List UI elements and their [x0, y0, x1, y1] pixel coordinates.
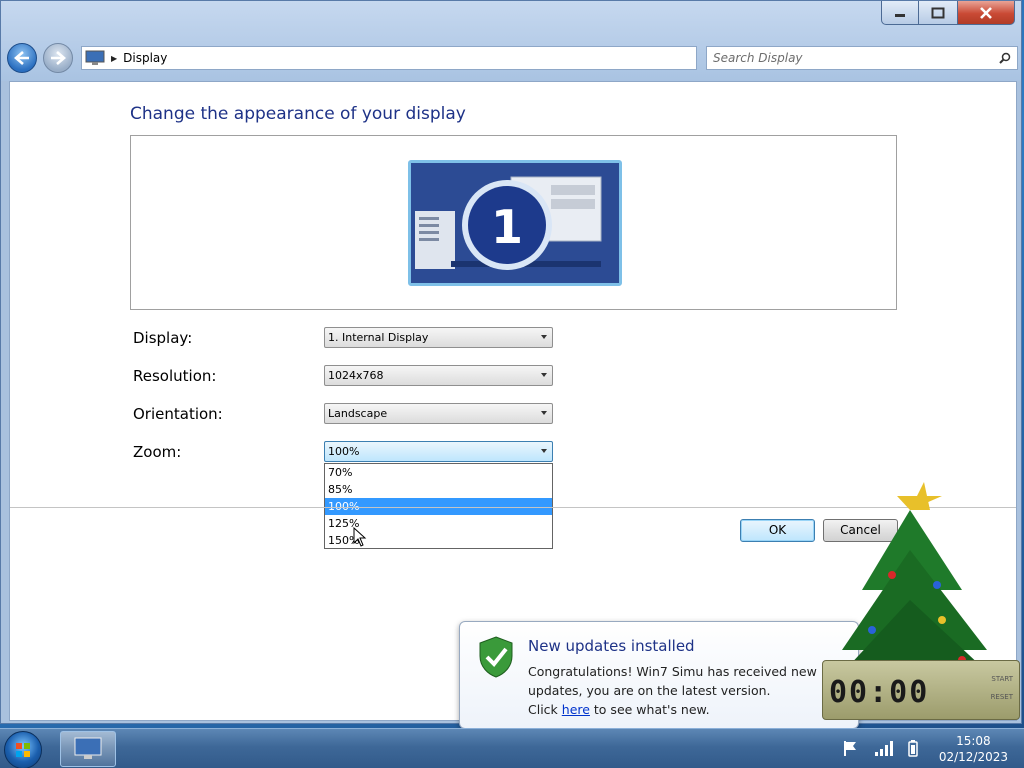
notification-line: updates, you are on the latest version. [528, 683, 771, 698]
system-clock[interactable]: 15:08 02/12/2023 [939, 733, 1008, 765]
signal-strength-icon[interactable] [874, 739, 894, 757]
arrow-left-icon [14, 51, 29, 65]
minimize-icon [895, 13, 905, 17]
battery-icon[interactable] [906, 739, 920, 757]
resolution-label: Resolution: [133, 367, 217, 385]
close-icon [980, 6, 992, 19]
orientation-select-value: Landscape [328, 407, 388, 420]
zoom-label: Zoom: [133, 443, 182, 461]
zoom-option[interactable]: 70% [325, 464, 552, 481]
back-button[interactable] [7, 43, 37, 73]
ok-button[interactable]: OK [740, 519, 815, 542]
arrow-right-icon [51, 51, 66, 65]
notification-link[interactable]: here [562, 702, 590, 717]
taskbar-item-display[interactable] [60, 731, 116, 767]
notification-line: Click here to see what's new. [528, 700, 828, 719]
clock-date: 02/12/2023 [938, 750, 1008, 764]
update-notification[interactable]: New updates installed Congratulations! W… [459, 621, 859, 729]
notification-title: New updates installed [528, 637, 695, 655]
chevron-down-icon [541, 411, 547, 415]
orientation-label: Orientation: [133, 405, 223, 423]
forward-button[interactable] [43, 43, 73, 73]
clock-time: 15:08 [956, 734, 991, 748]
chevron-down-icon [541, 373, 547, 377]
chevron-down-icon [541, 335, 547, 339]
zoom-select[interactable]: 100% [324, 441, 553, 462]
zoom-option[interactable]: 85% [325, 481, 552, 498]
maximize-button[interactable] [919, 1, 957, 25]
display-select[interactable]: 1. Internal Display [324, 327, 553, 348]
display-control-panel-icon [85, 50, 105, 65]
timer-start-label[interactable]: START [991, 675, 1013, 683]
search-icon[interactable] [999, 52, 1011, 64]
resolution-select-value: 1024x768 [328, 369, 384, 382]
display-label: Display: [133, 329, 193, 347]
address-bar[interactable]: ▶ Display [81, 46, 697, 70]
display-preview: 1 [130, 135, 897, 310]
display-window-icon [74, 737, 102, 759]
timer-reset-label[interactable]: RESET [991, 693, 1013, 701]
zoom-select-value: 100% [328, 445, 360, 458]
maximize-icon [931, 7, 945, 18]
timer-digits: 00:00 [829, 675, 930, 710]
search-placeholder: Search Display [713, 51, 803, 65]
monitor-number: 1 [491, 200, 523, 254]
shield-check-icon [479, 636, 513, 678]
resolution-select[interactable]: 1024x768 [324, 365, 553, 386]
timer-gadget[interactable]: 00:00 START RESET [822, 660, 1020, 720]
search-input[interactable]: Search Display [706, 46, 1018, 70]
windows-logo-icon [16, 743, 30, 757]
mouse-cursor-icon [353, 527, 367, 547]
orientation-select[interactable]: Landscape [324, 403, 553, 424]
minimize-button[interactable] [881, 1, 919, 25]
chevron-down-icon [541, 449, 547, 453]
monitor-1[interactable]: 1 [408, 160, 622, 286]
notification-text: to see what's new. [589, 702, 710, 717]
page-title: Change the appearance of your display [130, 104, 466, 124]
action-center-flag-icon[interactable] [842, 739, 860, 757]
breadcrumb-chevron-icon: ▶ [111, 53, 118, 63]
close-button[interactable] [957, 1, 1015, 25]
notification-line: Congratulations! Win7 Simu has received … [528, 664, 817, 679]
taskbar: 15:08 02/12/2023 [0, 728, 1024, 768]
display-select-value: 1. Internal Display [328, 331, 429, 344]
notification-text: Click [528, 702, 562, 717]
notification-body: Congratulations! Win7 Simu has received … [528, 662, 828, 719]
monitor-preview-image: 1 [411, 163, 619, 283]
caption-buttons [881, 1, 1015, 29]
start-button[interactable] [4, 731, 42, 768]
breadcrumb[interactable]: Display [123, 51, 167, 65]
